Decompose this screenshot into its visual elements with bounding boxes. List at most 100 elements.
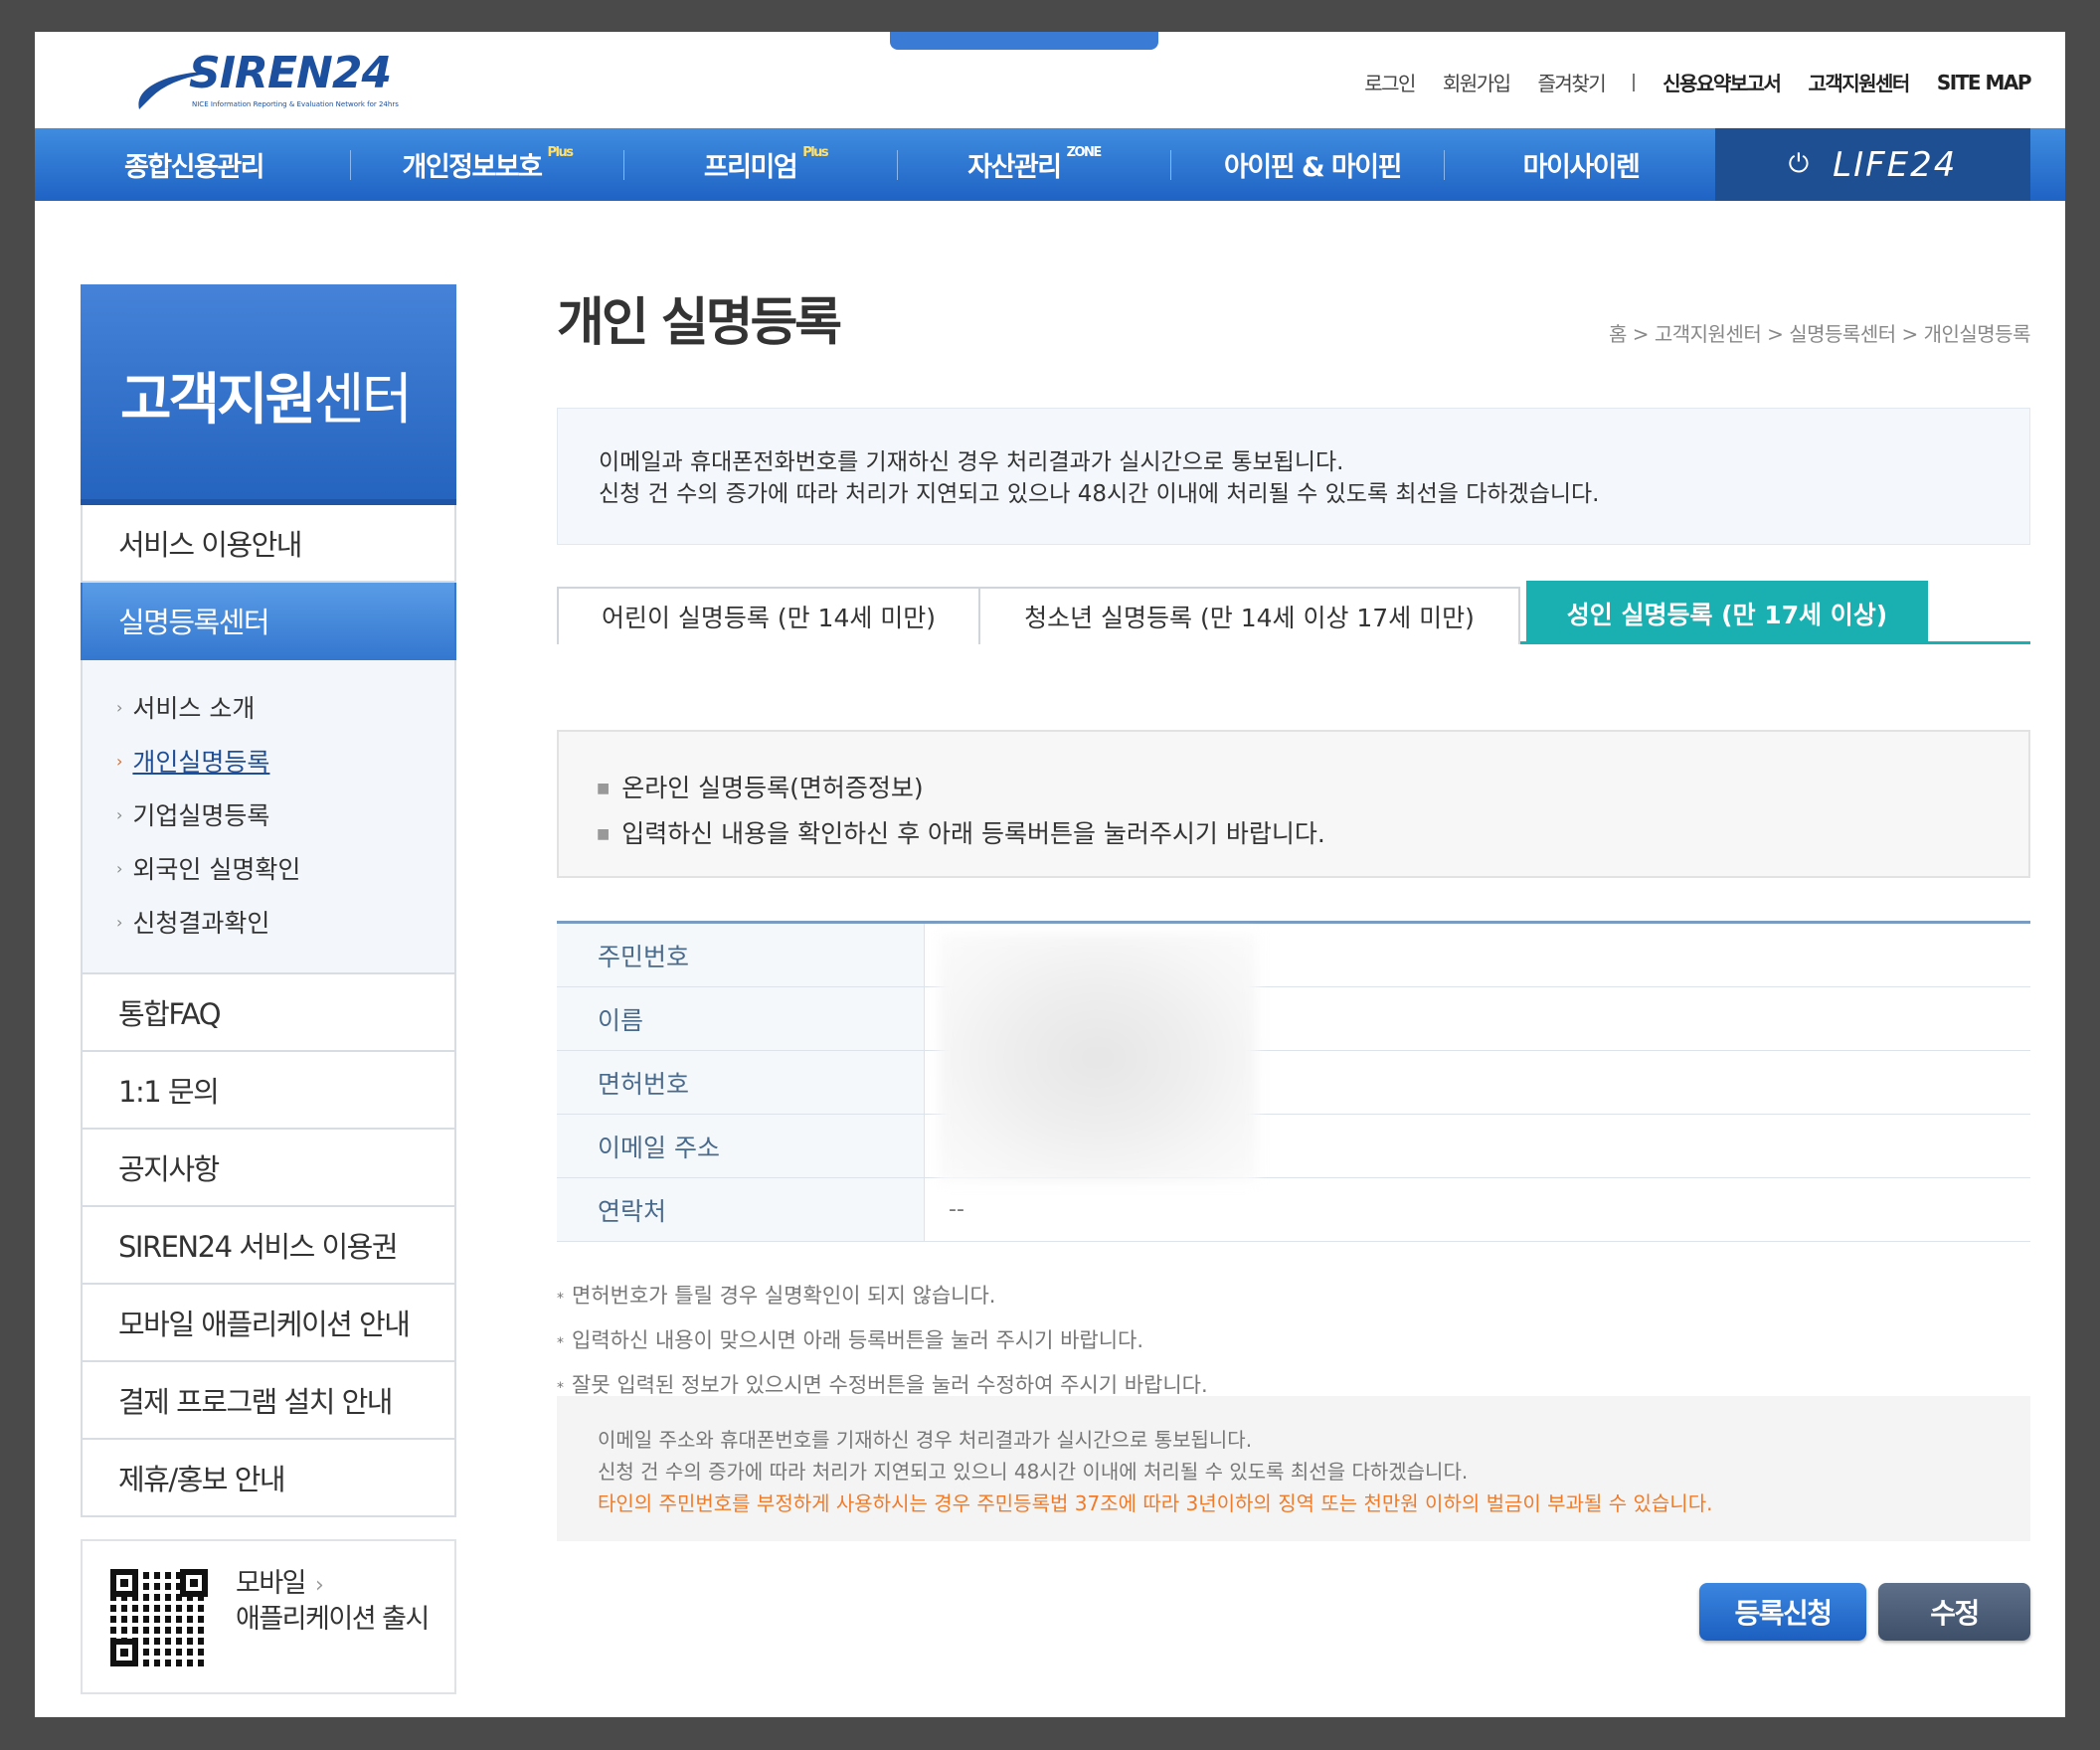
nav-label: 아이핀 & 마이핀 [1224,152,1402,183]
sidebar-item-voucher[interactable]: SIREN24 서비스 이용권 [81,1207,456,1285]
nav-mysiren[interactable]: 마이사이렌 [1457,128,1705,201]
form-label: 면허번호 [557,1051,925,1114]
submenu-service-intro[interactable]: › 서비스 소개 [116,680,454,734]
nav-privacy-plus[interactable]: 개인정보보호 Plus [363,128,612,201]
sidebar-item-faq[interactable]: 통합FAQ [81,974,456,1052]
sidebar: 고객지원 센터 서비스 이용안내 실명등록센터 › 서비스 소개 › 개인실명등록 ›… [81,284,456,1694]
submenu-label: 서비스 소개 [132,694,256,723]
util-support-link[interactable]: 고객지원센터 [1808,68,1910,96]
sidebar-title-strong: 고객지원 [120,367,316,433]
edit-button[interactable]: 수정 [1878,1583,2030,1641]
sidebar-item-realname-center[interactable]: 실명등록센터 [81,583,456,660]
sidebar-item-label: 제휴/홍보 안내 [118,1463,286,1496]
breadcrumb: 홈 > 고객지원센터 > 실명등록센터 > 개인실명등록 [1608,322,2031,346]
tab-label: 성인 실명등록 (만 17세 이상) [1566,601,1888,629]
note-text: 입력하신 내용이 맞으시면 아래 등록버튼을 눌러 주시기 바랍니다. [572,1328,1144,1352]
sidebar-item-label: 모바일 애플리케이션 안내 [118,1308,411,1341]
form-actions: 등록신청 수정 [1699,1583,2030,1641]
site-logo[interactable]: SIREN24 NICE Information Reporting & Eva… [129,40,399,119]
sidebar-item-label: 서비스 이용안내 [118,528,302,562]
note-line: * 면허번호가 틀릴 경우 실명확인이 되지 않습니다. [557,1275,2030,1319]
nav-credit-management[interactable]: 종합신용관리 [85,128,303,201]
submit-registration-button[interactable]: 등록신청 [1699,1583,1866,1641]
qr-finder [110,1639,138,1666]
chevron-right-icon: › [116,858,123,878]
util-credit-report-link[interactable]: 신용요약보고서 [1662,68,1782,96]
main-content: 개인 실명등록 홈 > 고객지원센터 > 실명등록센터 > 개인실명등록 이메일… [557,280,2031,1641]
qr-code-icon [110,1569,208,1666]
nav-life24-label: LIFE24 [1833,144,1958,185]
nav-tag: Plus [802,145,828,160]
power-icon: ⏻ [1788,149,1812,179]
sidebar-item-label: 실명등록센터 [118,606,270,639]
nav-divider [1170,150,1171,180]
nav-label: 자산관리 [967,152,1062,183]
form-row-license-number: 면허번호 [557,1051,2030,1115]
form-row-name: 이름 [557,987,2030,1051]
util-join-link[interactable]: 회원가입 [1443,68,1511,96]
mobile-app-banner[interactable]: 모바일 › 애플리케이션 출시 [81,1539,456,1694]
sidebar-item-label: SIREN24 서비스 이용권 [118,1230,399,1264]
bottom-info-box: 이메일 주소와 휴대폰번호를 기재하신 경우 처리결과가 실시간으로 통보됩니다… [557,1396,2030,1541]
qr-finder [110,1569,138,1597]
nav-life24[interactable]: ⏻ LIFE24 [1715,128,2030,201]
submenu-foreigner-check[interactable]: › 외국인 실명확인 [116,841,454,895]
submenu-label: 외국인 실명확인 [132,855,301,884]
submenu-corporate-realname[interactable]: › 기업실명등록 [116,788,454,841]
nav-divider [1444,150,1445,180]
submenu-label: 기업실명등록 [132,801,270,830]
nav-divider [350,150,351,180]
sidebar-item-payment-program[interactable]: 결제 프로그램 설치 안내 [81,1362,456,1440]
sidebar-item-service-guide[interactable]: 서비스 이용안내 [81,505,456,583]
notice-line: ■ 온라인 실명등록(면허증정보) [597,768,2028,813]
bottom-info-line: 신청 건 수의 증가에 따라 처리가 지연되고 있으니 48시간 이내에 처리될… [598,1460,1469,1484]
blurred-personal-info [939,934,1257,1182]
logo-subtitle: NICE Information Reporting & Evaluation … [192,100,399,108]
note-text: 잘못 입력된 정보가 있으시면 수정버튼을 눌러 수정하여 주시기 바랍니다. [572,1373,1208,1397]
util-sitemap-link[interactable]: SITE MAP [1937,71,2032,94]
tab-label: 어린이 실명등록 (만 14세 미만) [601,604,937,632]
submenu-personal-realname[interactable]: › 개인실명등록 [116,734,454,788]
tab-label: 청소년 실명등록 (만 14세 이상 17세 미만) [1024,604,1475,632]
submenu-label: 개인실명등록 [132,748,270,777]
util-login-link[interactable]: 로그인 [1364,68,1416,96]
nav-asset-zone[interactable]: 자산관리 ZONE [910,128,1158,201]
nav-premium-plus[interactable]: 프리미엄 Plus [641,128,890,201]
chevron-right-icon: › [116,751,123,771]
nav-label: 종합신용관리 [123,152,265,183]
note-text: 면허번호가 틀릴 경우 실명확인이 되지 않습니다. [572,1284,996,1308]
tab-child[interactable]: 어린이 실명등록 (만 14세 미만) [557,587,980,644]
bullet-icon: ■ [597,781,611,796]
util-favorite-link[interactable]: 즐겨찾기 [1538,68,1607,96]
info-line: 신청 건 수의 증가에 따라 처리가 지연되고 있으나 48시간 이내에 처리될… [599,481,1600,507]
form-row-contact: 연락처 -- [557,1178,2030,1242]
form-notes: * 면허번호가 틀릴 경우 실명확인이 되지 않습니다. * 입력하신 내용이 맞으… [557,1275,2030,1409]
chevron-right-icon: › [116,697,123,717]
registration-form: 주민번호 이름 면허번호 이메일 주소 연락처 -- [557,921,2030,1242]
registration-tabs: 어린이 실명등록 (만 14세 미만) 청소년 실명등록 (만 14세 이상 1… [557,581,2030,644]
sidebar-item-mobile-app[interactable]: 모바일 애플리케이션 안내 [81,1285,456,1362]
utility-nav: 로그인 회원가입 즐겨찾기 신용요약보고서 고객지원센터 SITE MAP [1336,68,2032,96]
legal-warning: 타인의 주민번호를 부정하게 사용하시는 경우 주민등록법 37조에 따라 3년… [598,1491,1713,1515]
sidebar-title: 고객지원 센터 [81,284,456,505]
qr-finder [180,1569,208,1597]
tab-teen[interactable]: 청소년 실명등록 (만 14세 이상 17세 미만) [978,587,1520,644]
bottom-info-line: 이메일 주소와 휴대폰번호를 기재하신 경우 처리결과가 실시간으로 통보됩니다… [598,1428,1253,1452]
nav-tag: ZONE [1066,145,1103,160]
sidebar-submenu: › 서비스 소개 › 개인실명등록 › 기업실명등록 › 외국인 실명확인 › 신청결과확… [81,660,456,974]
nav-tag: Plus [547,145,574,160]
sidebar-item-label: 결제 프로그램 설치 안내 [118,1385,393,1419]
nav-ipin-mypin[interactable]: 아이핀 & 마이핀 [1188,128,1437,201]
sidebar-item-notice[interactable]: 공지사항 [81,1130,456,1207]
tab-adult[interactable]: 성인 실명등록 (만 17세 이상) [1526,581,1928,644]
util-divider [1633,73,1636,91]
sidebar-item-partnership[interactable]: 제휴/홍보 안내 [81,1440,456,1517]
notice-text: 입력하신 내용을 확인하신 후 아래 등록버튼을 눌러주시기 바랍니다. [621,819,1325,848]
nav-label: 개인정보보호 [402,152,543,183]
sidebar-title-light: 센터 [313,367,413,433]
asterisk-icon: * [557,1335,564,1351]
submenu-label: 신청결과확인 [132,909,270,938]
submenu-result-check[interactable]: › 신청결과확인 [116,895,454,949]
logo-text: SIREN24 [189,48,392,98]
sidebar-item-inquiry[interactable]: 1:1 문의 [81,1052,456,1130]
